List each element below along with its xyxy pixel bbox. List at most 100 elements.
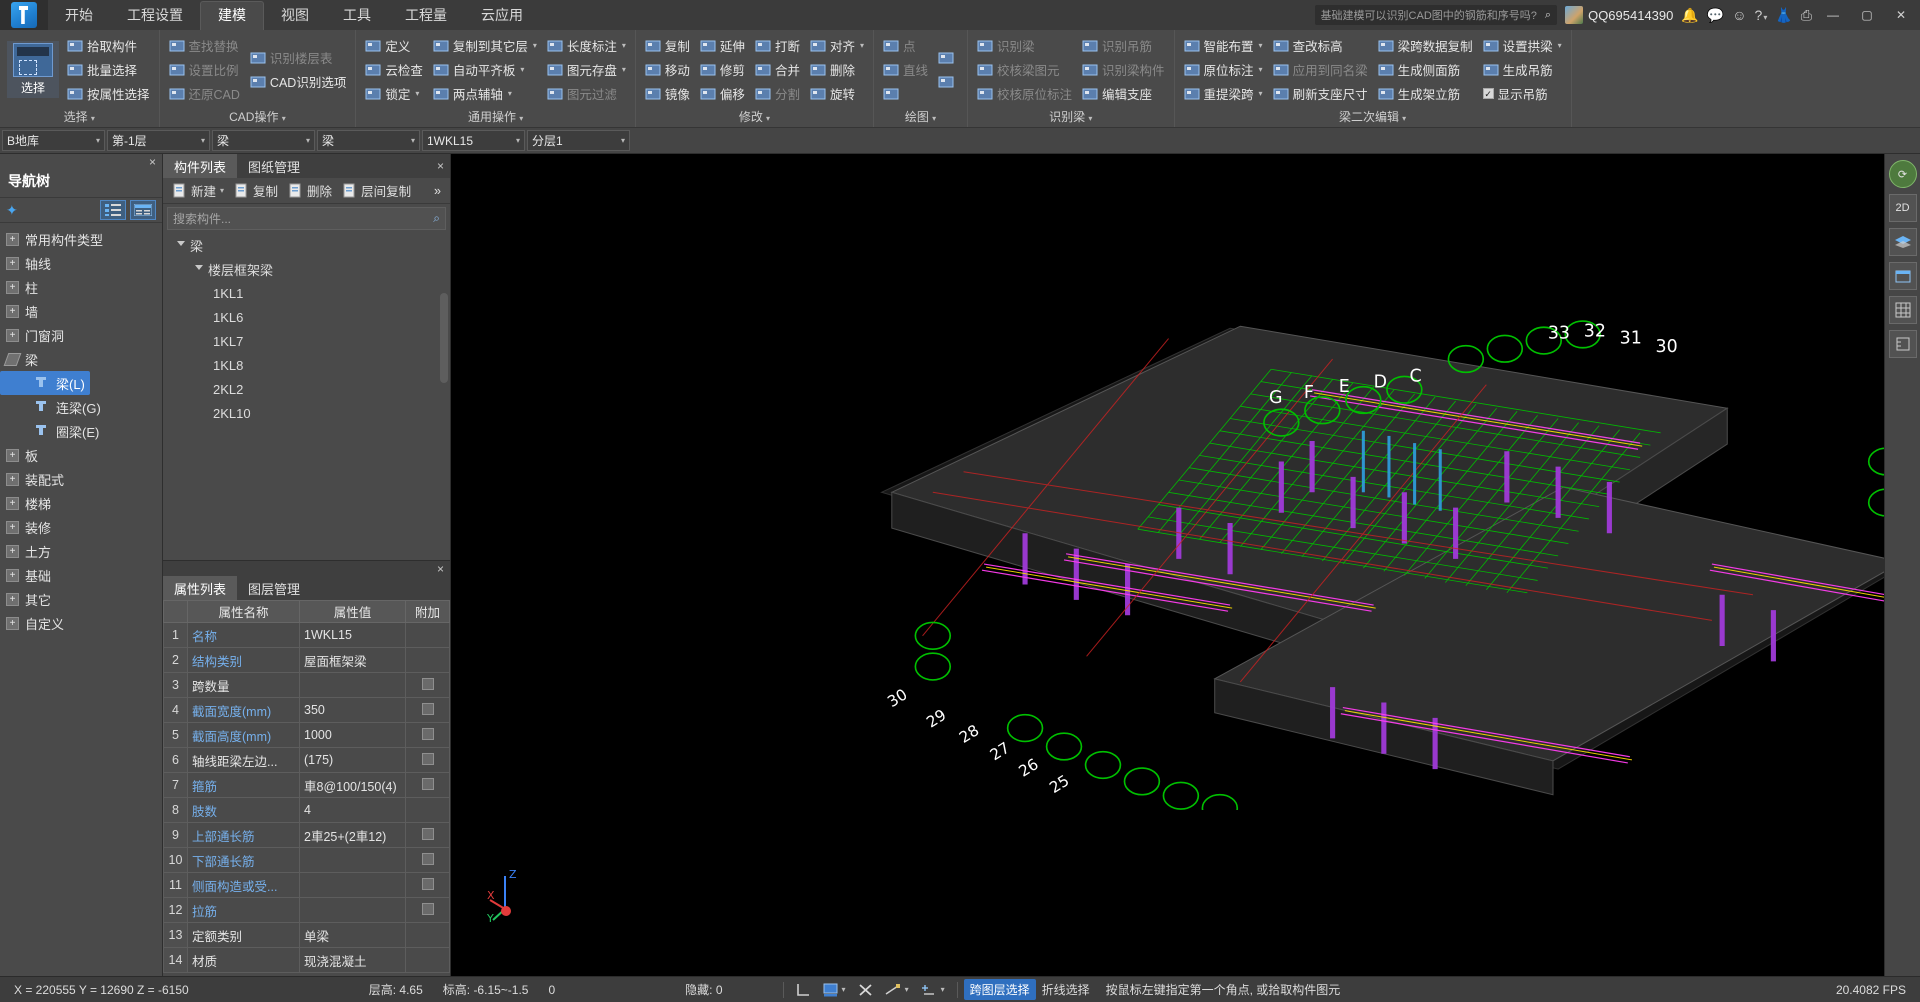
component-node-1KL6[interactable]: 1KL6	[163, 305, 450, 329]
expand-plus-icon[interactable]: +	[6, 496, 19, 510]
chevron-down-icon[interactable]: ▾	[279, 114, 286, 123]
ruler-view-icon[interactable]	[1888, 330, 1917, 358]
global-search-box[interactable]: 基础建模可以识别CAD图中的钢筋和序号吗? ⌕	[1314, 5, 1558, 25]
model-3d-canvas[interactable]: 30 29 28 27 26 25	[451, 154, 1920, 811]
sidebar-item-连梁(G)[interactable]: 连梁(G)	[0, 395, 162, 419]
chevron-down-icon[interactable]: ▾	[622, 41, 626, 50]
chevron-down-icon[interactable]: ▾	[764, 114, 770, 123]
ribbon-item-移动[interactable]: 移动	[640, 58, 695, 81]
table-row[interactable]: 9 上部通长筋 2⾞25+(2⾞12)	[163, 822, 450, 848]
table-row[interactable]: 2 结构类别 屋面框架梁	[163, 647, 450, 673]
grid-view-icon[interactable]	[1888, 296, 1917, 324]
ribbon-item-原位标注[interactable]: 原位标注 ▾	[1179, 58, 1268, 81]
list-view-icon[interactable]	[100, 200, 126, 220]
chevron-down-icon[interactable]: ▾	[520, 65, 524, 74]
account-area[interactable]: QQ695414390	[1565, 6, 1673, 24]
ribbon-item-对齐[interactable]: 对齐 ▾	[805, 34, 869, 57]
property-value[interactable]: ⾞8@100/150(4)	[299, 772, 406, 798]
rotate-view-icon[interactable]: ⟳	[1888, 160, 1917, 188]
property-attach[interactable]	[405, 647, 450, 673]
ribbon-group-title[interactable]: 梁二次编辑 ▾	[1179, 107, 1567, 127]
message-icon[interactable]: 💬	[1707, 7, 1724, 24]
table-row[interactable]: 12 拉筋	[163, 897, 450, 923]
magic-wand-icon[interactable]: ✦	[6, 202, 18, 219]
chevron-down-icon[interactable]: ▾	[615, 136, 625, 145]
ribbon-item-自动平齐板[interactable]: 自动平齐板 ▾	[428, 58, 542, 81]
chevron-down-icon[interactable]	[177, 240, 185, 250]
chevron-down-icon[interactable]: ▾	[517, 114, 523, 123]
ribbon-item-两点辅轴[interactable]: 两点辅轴 ▾	[428, 82, 542, 105]
property-attach[interactable]	[405, 872, 450, 898]
property-value[interactable]: 1WKL15	[299, 622, 406, 648]
ribbon-item-镜像[interactable]: 镜像	[640, 82, 695, 105]
face-icon[interactable]: ☺	[1732, 7, 1746, 23]
sidebar-item-楼梯[interactable]: + 楼梯	[0, 491, 162, 515]
chevron-down-icon[interactable]: ▾	[1259, 41, 1263, 50]
property-attach[interactable]	[405, 722, 450, 748]
export-icon[interactable]: ⎙	[1801, 7, 1812, 24]
table-row[interactable]: 6 轴线距梁左边... (175)	[163, 747, 450, 773]
checkbox-icon[interactable]	[421, 877, 434, 890]
fill-color-icon[interactable]: ▾	[817, 981, 852, 999]
component-tool-层间复制[interactable]: 层间复制	[338, 180, 415, 201]
main-tab-2[interactable]: 建模	[200, 1, 264, 30]
minimize-button[interactable]: —	[1820, 8, 1846, 22]
ribbon-group-title[interactable]: 选择 ▾	[4, 107, 155, 127]
chevron-down-icon[interactable]: ▾	[860, 41, 864, 50]
snap-icon[interactable]	[790, 981, 817, 999]
sidebar-item-门窗洞[interactable]: + 门窗洞	[0, 323, 162, 347]
ribbon-item-CAD识别选项[interactable]: CAD识别选项	[245, 70, 351, 93]
ribbon-group-title[interactable]: 修改 ▾	[640, 107, 869, 127]
chevron-down-icon[interactable]: ▾	[89, 114, 95, 123]
chevron-down-icon[interactable]: ▾	[510, 136, 520, 145]
detail-view-icon[interactable]	[130, 200, 156, 220]
checkbox-icon[interactable]	[421, 902, 434, 915]
search-icon[interactable]: ⌕	[1545, 9, 1551, 22]
floor-combo[interactable]: 第-1层 ▾	[107, 130, 210, 151]
table-row[interactable]: 8 肢数 4	[163, 797, 450, 823]
app-logo[interactable]	[0, 0, 48, 30]
checkbox-icon[interactable]	[421, 702, 434, 715]
chevron-down-icon[interactable]: ▾	[508, 89, 512, 98]
chevron-down-icon[interactable]: ▾	[1558, 41, 1562, 50]
ribbon-item-打断[interactable]: 打断	[750, 34, 805, 57]
chevron-down-icon[interactable]: ▾	[1400, 114, 1406, 123]
table-row[interactable]: 7 箍筋 ⾞8@100/150(4)	[163, 772, 450, 798]
chevron-down-icon[interactable]: ▾	[415, 89, 419, 98]
ribbon-item-复制[interactable]: 复制	[640, 34, 695, 57]
ribbon-item-修剪[interactable]: 修剪	[695, 58, 750, 81]
tab-图纸管理[interactable]: 图纸管理	[237, 154, 311, 178]
sidebar-item-基础[interactable]: + 基础	[0, 563, 162, 587]
sidebar-item-墙[interactable]: + 墙	[0, 299, 162, 323]
property-value[interactable]: 现浇混凝土	[299, 947, 406, 973]
component-node-1KL7[interactable]: 1KL7	[163, 329, 450, 353]
component-scrollbar[interactable]	[440, 293, 448, 383]
help-icon[interactable]: ?▾	[1755, 7, 1768, 23]
ribbon-item-生成吊筋[interactable]: 生成吊筋	[1478, 58, 1567, 81]
expand-plus-icon[interactable]: +	[6, 472, 19, 486]
table-row[interactable]: 13 定额类别 单梁	[163, 922, 450, 948]
sidebar-item-板[interactable]: + 板	[0, 443, 162, 467]
ribbon-item-生成侧面筋[interactable]: 生成侧面筋	[1373, 58, 1478, 81]
search-icon[interactable]: ⌕	[433, 211, 440, 226]
expand-plus-icon[interactable]: +	[6, 280, 19, 294]
ribbon-item-批量选择[interactable]: 批量选择	[62, 58, 155, 81]
chevron-down-icon[interactable]: ▾	[405, 136, 415, 145]
sidebar-item-土方[interactable]: + 土方	[0, 539, 162, 563]
main-tab-6[interactable]: 云应用	[464, 2, 540, 30]
ribbon-item-云检查[interactable]: 云检查	[360, 58, 428, 81]
table-row[interactable]: 4 截面宽度(mm) 350	[163, 697, 450, 723]
add-point-icon[interactable]: ▾	[915, 981, 951, 999]
component-tool-新建[interactable]: 新建 ▾	[168, 180, 228, 201]
chevron-down-icon[interactable]: ▾	[300, 136, 310, 145]
ribbon-item-定义[interactable]: 定义	[360, 34, 428, 57]
big-button-select[interactable]: 选择	[7, 41, 59, 98]
bell-icon[interactable]: 🔔	[1681, 7, 1698, 24]
ribbon-group-title[interactable]: 通用操作 ▾	[360, 107, 631, 127]
ribbon-item-偏移[interactable]: 偏移	[695, 82, 750, 105]
property-value[interactable]: (175)	[299, 747, 406, 773]
property-attach[interactable]	[405, 747, 450, 773]
line-style-icon[interactable]: ▾	[879, 981, 915, 999]
checkbox-icon[interactable]	[421, 827, 434, 840]
component-node-1KL1[interactable]: 1KL1	[163, 281, 450, 305]
